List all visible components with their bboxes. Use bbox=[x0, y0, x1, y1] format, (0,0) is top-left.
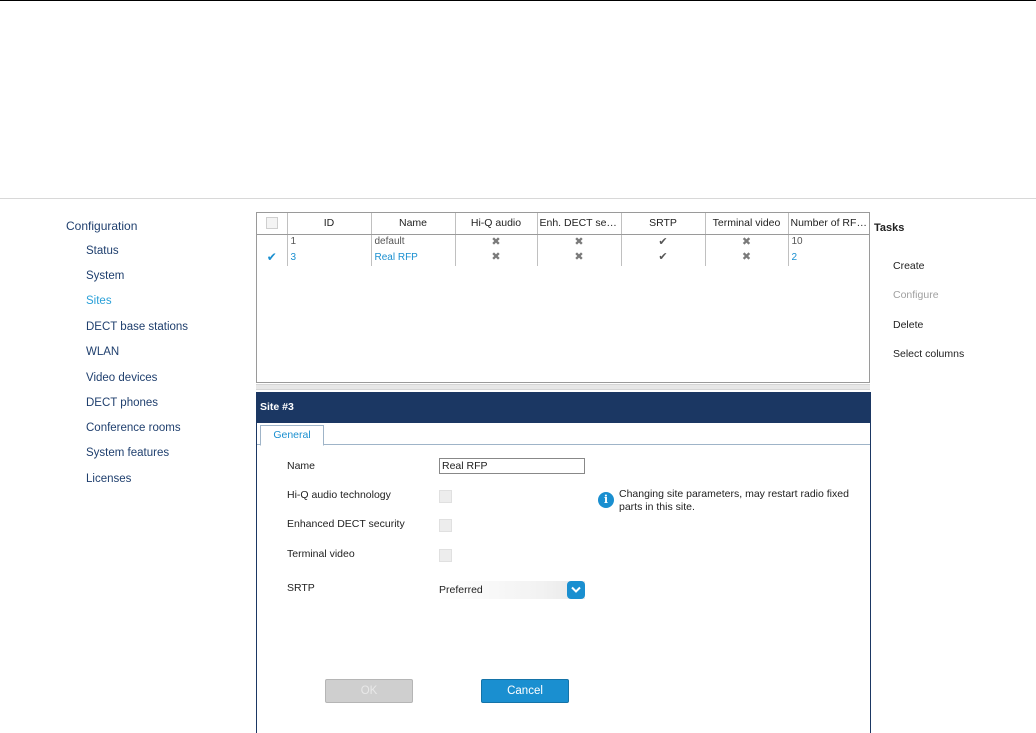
x-icon: ✖ bbox=[741, 251, 752, 263]
cell-id: 1 bbox=[287, 234, 372, 250]
row-select-cell[interactable]: ✔ bbox=[257, 249, 288, 266]
cell-number-of-rfps: 2 bbox=[788, 249, 869, 266]
site-detail-panel: Site #3 General Name Hi-Q audio technolo… bbox=[256, 392, 871, 733]
sidebar-item-dect-base-stations[interactable]: DECT base stations bbox=[86, 319, 188, 335]
cell-srtp: ✔ bbox=[621, 249, 706, 266]
x-icon: ✖ bbox=[741, 235, 752, 248]
ok-button[interactable]: OK bbox=[325, 679, 413, 703]
sidebar-item-status[interactable]: Status bbox=[86, 243, 119, 259]
sidebar-title[interactable]: Configuration bbox=[66, 219, 236, 233]
select-all-header[interactable] bbox=[257, 213, 288, 235]
cell-srtp: ✔ bbox=[621, 234, 706, 250]
x-icon: ✖ bbox=[574, 251, 584, 263]
check-icon: ✔ bbox=[658, 235, 668, 248]
task-select-columns[interactable]: Select columns bbox=[893, 348, 964, 360]
select-all-checkbox[interactable] bbox=[265, 217, 278, 230]
cancel-button[interactable]: Cancel bbox=[481, 679, 569, 703]
cell-hiq-audio: ✖ bbox=[455, 234, 538, 250]
name-label: Name bbox=[287, 460, 316, 472]
task-delete[interactable]: Delete bbox=[893, 319, 923, 331]
enhanced-dect-security-label: Enhanced DECT security bbox=[287, 518, 405, 530]
x-icon: ✖ bbox=[574, 235, 584, 248]
sidebar-item-conference-rooms[interactable]: Conference rooms bbox=[86, 420, 181, 436]
terminal-video-label: Terminal video bbox=[287, 548, 355, 560]
column-header-number-of-rfps[interactable]: Number of RFPs bbox=[788, 213, 869, 235]
panel-splitter[interactable] bbox=[256, 384, 870, 390]
cell-name: default bbox=[371, 234, 456, 250]
sidebar-item-video-devices[interactable]: Video devices bbox=[86, 370, 157, 386]
check-icon: ✔ bbox=[658, 251, 668, 263]
table-row[interactable]: 1 default ✖ ✖ ✔ ✖ 10 bbox=[257, 234, 869, 250]
terminal-video-checkbox[interactable] bbox=[439, 549, 452, 562]
sidebar-item-system[interactable]: System bbox=[86, 268, 124, 284]
sidebar-item-sites[interactable]: Sites bbox=[86, 293, 112, 309]
cell-hiq-audio: ✖ bbox=[455, 249, 538, 266]
sidebar: Configuration bbox=[66, 219, 236, 243]
cell-terminal-video: ✖ bbox=[705, 234, 789, 250]
cell-enh-dect-security: ✖ bbox=[537, 249, 622, 266]
x-icon: ✖ bbox=[491, 251, 501, 263]
chevron-down-icon bbox=[571, 586, 581, 593]
srtp-label: SRTP bbox=[287, 582, 315, 594]
cell-terminal-video: ✖ bbox=[705, 249, 789, 266]
table-row[interactable]: ✔ 3 Real RFP ✖ ✖ ✔ ✖ 2 bbox=[257, 249, 869, 266]
enhanced-dect-security-checkbox[interactable] bbox=[439, 519, 452, 532]
sidebar-item-system-features[interactable]: System features bbox=[86, 445, 169, 461]
hiq-audio-label: Hi-Q audio technology bbox=[287, 489, 391, 501]
cell-id: 3 bbox=[287, 249, 372, 266]
tasks-pane: Tasks bbox=[874, 222, 1024, 236]
srtp-select[interactable]: Preferred bbox=[439, 581, 585, 599]
task-create[interactable]: Create bbox=[893, 260, 925, 272]
srtp-selected-value: Preferred bbox=[439, 584, 483, 596]
info-message: Changing site parameters, may restart ra… bbox=[619, 488, 849, 513]
name-input[interactable] bbox=[439, 458, 585, 474]
selected-check-icon[interactable]: ✔ bbox=[267, 250, 277, 264]
hiq-audio-checkbox[interactable] bbox=[439, 490, 452, 503]
tasks-title: Tasks bbox=[874, 222, 905, 234]
cell-name: Real RFP bbox=[371, 249, 456, 266]
top-rule bbox=[0, 0, 1036, 1]
column-header-terminal-video[interactable]: Terminal video bbox=[705, 213, 789, 235]
row-select-cell[interactable] bbox=[257, 234, 288, 250]
cell-number-of-rfps: 10 bbox=[788, 234, 869, 250]
x-icon: ✖ bbox=[491, 235, 501, 248]
column-header-name[interactable]: Name bbox=[371, 213, 456, 235]
column-header-id[interactable]: ID bbox=[287, 213, 372, 235]
cell-enh-dect-security: ✖ bbox=[537, 234, 622, 250]
panel-title: Site #3 bbox=[257, 392, 870, 423]
grid-header-row: ID Name Hi-Q audio Enh. DECT sec... SRTP… bbox=[257, 213, 869, 235]
sidebar-item-wlan[interactable]: WLAN bbox=[86, 344, 119, 360]
sidebar-item-dect-phones[interactable]: DECT phones bbox=[86, 395, 158, 411]
column-header-hiq-audio[interactable]: Hi-Q audio bbox=[455, 213, 538, 235]
tab-general[interactable]: General bbox=[260, 425, 324, 446]
task-configure[interactable]: Configure bbox=[893, 289, 939, 301]
dropdown-button[interactable] bbox=[567, 581, 585, 599]
sites-grid: ID Name Hi-Q audio Enh. DECT sec... SRTP… bbox=[256, 212, 870, 383]
sites-table: ID Name Hi-Q audio Enh. DECT sec... SRTP… bbox=[257, 213, 869, 266]
info-icon: i bbox=[598, 492, 614, 508]
column-header-enh-dect-security[interactable]: Enh. DECT sec... bbox=[537, 213, 622, 235]
sidebar-item-licenses[interactable]: Licenses bbox=[86, 471, 131, 487]
tab-strip: General bbox=[257, 423, 870, 446]
column-header-srtp[interactable]: SRTP bbox=[621, 213, 706, 235]
